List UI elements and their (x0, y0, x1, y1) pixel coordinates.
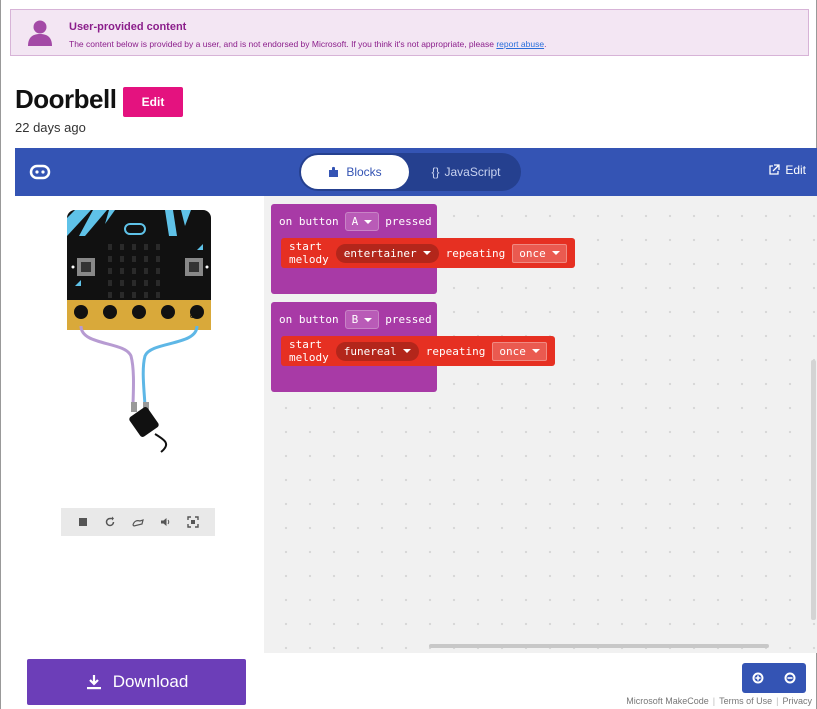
page: User-provided content The content below … (0, 0, 817, 709)
footer-terms-link[interactable]: Terms of Use (719, 696, 772, 706)
event-block-button-a[interactable]: on button A pressed start melody enterta… (271, 204, 575, 294)
banner-title: User-provided content (69, 21, 187, 33)
zoom-controls (742, 663, 806, 693)
pressed-label: pressed (385, 215, 432, 228)
edit-project-button[interactable]: Edit (123, 87, 183, 117)
project-date: 22 days ago (15, 120, 86, 135)
event-header: on button B pressed (279, 310, 432, 329)
melody-dropdown[interactable]: funereal (335, 341, 419, 361)
report-abuse-link[interactable]: report abuse (496, 39, 544, 49)
slowmo-icon[interactable] (132, 516, 144, 528)
event-label: on button (279, 215, 339, 228)
pin-label-1: 1 (108, 314, 111, 320)
start-melody-block[interactable]: start melody funereal repeating once (281, 336, 555, 366)
puzzle-icon (329, 166, 339, 177)
start-melody-block[interactable]: start melody entertainer repeating once (281, 238, 575, 268)
repeat-value: once (499, 344, 526, 358)
simulator-panel: 0 1 2 3V GND (15, 196, 264, 653)
button-value: A (351, 215, 359, 228)
tab-javascript-label: JavaScript (444, 165, 501, 179)
caret-down-icon (364, 219, 373, 224)
banner-text: The content below is provided by a user,… (69, 39, 546, 49)
event-header: on button A pressed (279, 212, 432, 231)
tab-javascript[interactable]: {} JavaScript (415, 155, 517, 189)
mute-icon[interactable] (160, 516, 172, 528)
melody-value: entertainer (343, 246, 417, 260)
melody-value: funereal (343, 344, 397, 358)
melody-dropdown[interactable]: entertainer (335, 243, 439, 263)
makecode-logo-icon[interactable] (29, 163, 51, 181)
repeat-dropdown[interactable]: once (492, 341, 547, 361)
footer-makecode-link[interactable]: Microsoft MakeCode (626, 696, 709, 706)
repeating-label: repeating (425, 344, 486, 358)
blocks-workspace[interactable]: on button A pressed start melody enterta… (264, 196, 817, 653)
repeat-value: once (519, 246, 546, 260)
button-dropdown-a[interactable]: A (344, 212, 380, 231)
toolbar-edit-label: Edit (785, 163, 806, 177)
editor-toolbar: Blocks {} JavaScript Edit (15, 148, 817, 196)
download-label: Download (112, 672, 189, 691)
project-title: Doorbell (15, 84, 117, 114)
caret-down-icon (531, 349, 540, 353)
repeating-label: repeating (445, 246, 506, 260)
microbit-simulator[interactable] (15, 196, 264, 476)
tab-blocks[interactable]: Blocks (301, 155, 409, 189)
pin-label-gnd: GND (190, 314, 202, 320)
braces-icon: {} (431, 165, 440, 179)
statement-label: start melody (289, 240, 329, 266)
button-value: B (351, 313, 359, 326)
zoom-out-button[interactable] (778, 666, 802, 690)
footer: Microsoft MakeCode | Terms of Use | Privacy (626, 696, 812, 706)
restart-icon[interactable] (104, 516, 116, 528)
event-block-button-b[interactable]: on button B pressed start melody funerea… (271, 302, 555, 392)
fullscreen-icon[interactable] (187, 516, 199, 528)
external-link-icon (769, 164, 780, 175)
zoom-in-button[interactable] (746, 666, 770, 690)
toolbar-edit-button[interactable]: Edit (768, 163, 806, 177)
caret-down-icon (364, 317, 373, 322)
pin-label-3v: 3V (164, 314, 171, 320)
banner-message-end: . (544, 39, 547, 49)
event-label: on button (279, 313, 339, 326)
caret-down-icon (402, 349, 411, 353)
download-icon (86, 675, 101, 690)
zoom-out-icon (784, 672, 796, 684)
footer-privacy-link[interactable]: Privacy (782, 696, 812, 706)
caret-down-icon (551, 251, 560, 255)
stop-icon[interactable] (77, 516, 89, 528)
zoom-in-icon (752, 672, 764, 684)
banner-message: The content below is provided by a user,… (69, 39, 497, 49)
caret-down-icon (422, 251, 431, 255)
pin-label-2: 2 (137, 314, 140, 320)
pin-label-0: 0 (79, 314, 82, 320)
user-content-banner: User-provided content The content below … (10, 9, 809, 56)
download-button[interactable]: Download (27, 659, 246, 705)
statement-label: start melody (289, 338, 329, 364)
repeat-dropdown[interactable]: once (512, 243, 567, 263)
tab-blocks-label: Blocks (346, 165, 382, 179)
horizontal-scrollbar[interactable] (429, 644, 769, 648)
pressed-label: pressed (385, 313, 432, 326)
user-icon (28, 20, 52, 46)
vertical-scrollbar[interactable] (811, 360, 816, 620)
simulator-controls (61, 508, 215, 536)
editor: Blocks {} JavaScript Edit 0 1 2 3V GND o… (15, 148, 817, 653)
button-dropdown-b[interactable]: B (344, 310, 380, 329)
editor-toggle: Blocks {} JavaScript (299, 153, 521, 191)
